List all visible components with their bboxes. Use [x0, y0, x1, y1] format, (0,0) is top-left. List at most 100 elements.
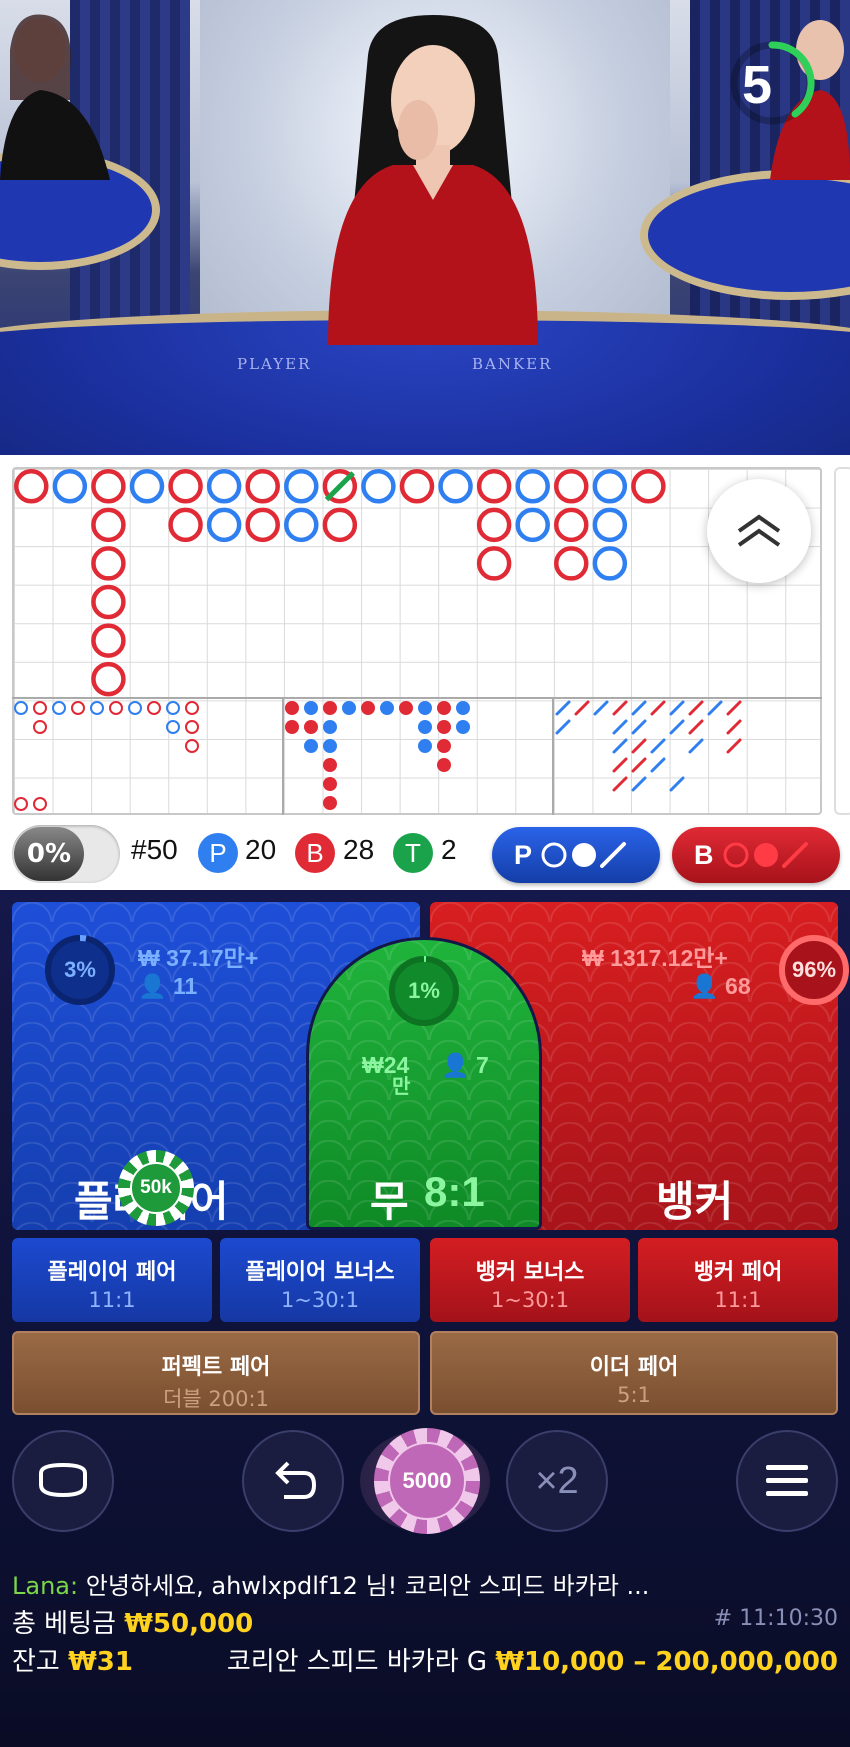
player-percent: 3%	[64, 957, 96, 982]
total-bet-value: ₩50,000	[124, 1609, 254, 1639]
player-result-marker	[284, 507, 319, 543]
banker-result-marker	[476, 546, 512, 581]
undo-button[interactable]	[242, 1430, 344, 1532]
live-video-stream: PLAYER BANKER 5	[0, 0, 850, 455]
dealer-figure	[328, 15, 538, 345]
placed-chip-value: 50k	[130, 1162, 182, 1214]
player-result-marker	[592, 546, 628, 581]
predict-icons	[541, 842, 627, 868]
chip-selector[interactable]: 5000	[374, 1428, 480, 1534]
banker-users-value: 68	[725, 973, 751, 999]
player-result-marker	[284, 469, 319, 504]
banker-result-marker	[476, 469, 512, 504]
banker-result-marker	[91, 584, 126, 620]
user-icon: 👤	[138, 973, 167, 999]
banker-count-badge: B	[295, 833, 335, 873]
hamburger-menu-icon	[766, 1465, 808, 1496]
side-bet-odds: 11:1	[88, 1288, 136, 1312]
tie-odds: 8:1	[424, 1168, 485, 1215]
tie-percent: 1%	[408, 978, 440, 1003]
side-bet-title: 플레이어 보너스	[245, 1260, 395, 1285]
undo-icon	[275, 1461, 317, 1499]
table-limits-line: 코리안 스피드 바카라 G ₩10,000 – 200,000,000	[227, 1641, 838, 1678]
table-name: 코리안 스피드 바카라 G	[226, 1647, 488, 1677]
game-id: # 11:10:30	[713, 1606, 838, 1631]
player-result-marker	[206, 469, 242, 504]
double-bet-button[interactable]: ×2	[506, 1430, 608, 1532]
tie-user-count: 👤 7	[441, 1052, 489, 1079]
side-bet-title: 뱅커 보너스	[475, 1260, 585, 1285]
player-result-marker	[515, 507, 550, 543]
banker-result-marker	[91, 661, 126, 697]
player-result-marker	[438, 469, 473, 504]
banker-result-marker	[91, 623, 126, 658]
banker-percent: 96%	[791, 957, 837, 982]
side-bet-odds: 5:1	[617, 1383, 651, 1407]
player-result-marker	[592, 469, 628, 504]
player-result-marker	[361, 469, 396, 504]
banker-predict-button[interactable]: B	[672, 827, 840, 883]
player-count-badge: P	[198, 833, 238, 873]
side-bet-title: 뱅커 페어	[693, 1260, 783, 1285]
tie-users-value: 7	[476, 1052, 489, 1078]
player-bonus-bet[interactable]: 플레이어 보너스 1~30:1	[220, 1238, 420, 1322]
side-bet-odds: 1~30:1	[280, 1288, 360, 1312]
table-icon	[39, 1462, 87, 1498]
banker-result-marker	[91, 469, 126, 504]
player-pair-bet[interactable]: 플레이어 페어 11:1	[12, 1238, 212, 1322]
placed-chip[interactable]: 50k	[118, 1150, 194, 1226]
menu-button[interactable]	[736, 1430, 838, 1532]
player-user-count: 👤 11	[138, 973, 197, 1000]
side-bet-title: 이더 페어	[589, 1355, 679, 1380]
player-result-marker	[129, 469, 165, 504]
banker-result-marker	[554, 469, 589, 504]
chat-line[interactable]: Lana: 안녕하세요, ahwlxpdlf12 님! 코리안 스피드 바카라 …	[12, 1566, 649, 1601]
chevron-double-up-icon	[737, 514, 781, 547]
side-bet-odds: 1~30:1	[490, 1288, 570, 1312]
banker-bonus-bet[interactable]: 뱅커 보너스 1~30:1	[430, 1238, 630, 1322]
perfect-pair-bet[interactable]: 퍼펙트 페어 더블 200:1	[12, 1331, 420, 1415]
background-dealer-left	[0, 14, 110, 180]
side-bet-title: 플레이어 페어	[47, 1260, 177, 1285]
banker-result-marker	[168, 507, 203, 543]
tie-amount-unit: 만	[392, 1076, 411, 1098]
player-result-marker	[592, 507, 628, 543]
banker-result-marker	[399, 469, 435, 504]
currency-symbol: ₩	[362, 1052, 384, 1078]
player-predict-button[interactable]: P	[492, 827, 660, 883]
user-icon: 👤	[441, 1052, 470, 1078]
player-result-marker	[52, 469, 88, 504]
table-view-button[interactable]	[12, 1430, 114, 1532]
chat-username: Lana:	[12, 1572, 79, 1600]
balance-line: 잔고 ₩31	[12, 1641, 133, 1678]
banker-result-marker	[245, 507, 280, 543]
banker-result-marker	[91, 507, 126, 543]
banker-pair-bet[interactable]: 뱅커 페어 11:1	[638, 1238, 838, 1322]
balance-value: ₩31	[68, 1647, 133, 1677]
percent-toggle-knob[interactable]: 0%	[14, 827, 84, 881]
player-count: 20	[245, 834, 277, 865]
player-result-marker	[206, 507, 242, 543]
player-bet-amount: ₩ 37.17만+	[138, 945, 259, 971]
banker-result-marker	[631, 469, 666, 504]
tie-count: 2	[441, 834, 457, 865]
collapse-roadmap-button[interactable]	[707, 479, 811, 583]
either-pair-bet[interactable]: 이더 페어 5:1	[430, 1331, 838, 1415]
banker-result-marker	[554, 546, 589, 581]
banker-result-marker	[14, 469, 49, 504]
banker-result-marker	[554, 507, 589, 543]
side-bet-title: 퍼펙트 페어	[161, 1355, 271, 1380]
player-result-marker	[515, 469, 550, 504]
next-panel-peek[interactable]	[834, 467, 850, 815]
balance-label: 잔고	[12, 1647, 60, 1677]
user-icon: 👤	[690, 973, 719, 999]
chat-message: 안녕하세요, ahwlxpdlf12 님! 코리안 스피드 바카라 ...	[85, 1572, 650, 1600]
banker-result-marker	[91, 546, 126, 581]
big-road	[14, 469, 666, 697]
side-bet-odds: 11:1	[714, 1288, 762, 1312]
tie-count-badge: T	[393, 833, 433, 873]
player-predict-label: P	[514, 839, 533, 870]
countdown-number: 5	[741, 55, 773, 115]
round-number: #50	[131, 834, 178, 865]
derived-roads	[14, 700, 742, 811]
